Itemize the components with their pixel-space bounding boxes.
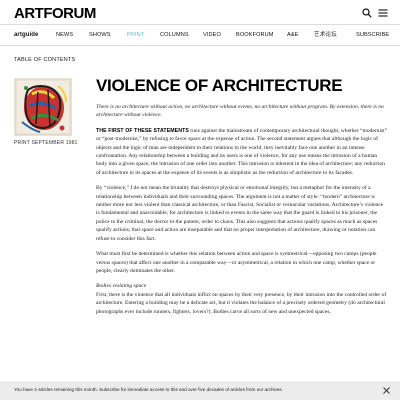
menu-icon[interactable] bbox=[378, 8, 388, 18]
nav-item-video[interactable]: VIDEO bbox=[203, 30, 221, 40]
nav-item-print[interactable]: PRINT bbox=[127, 30, 144, 40]
paywall-message[interactable]: You have 2 articles remaining this month… bbox=[14, 387, 283, 392]
article-subhead: Bodies violating space bbox=[96, 283, 147, 290]
paragraph-text: First, there is the violence that all in… bbox=[96, 291, 387, 315]
paragraph-run-in: THE FIRST OF THESE STATEMENTS bbox=[96, 127, 189, 134]
paywall-banner: You have 2 articles remaining this month… bbox=[0, 381, 400, 400]
nav-item-ae[interactable]: A&E bbox=[287, 30, 299, 40]
article-paragraph: By “violence,” I do not mean the brutali… bbox=[96, 185, 384, 242]
top-bar: ARTFORUM bbox=[0, 0, 400, 24]
nav-item-news[interactable]: NEWS bbox=[56, 30, 73, 40]
article-paragraph: What must first be determined is whether… bbox=[96, 251, 377, 274]
article-lead: There is no architecture without action,… bbox=[96, 104, 384, 119]
nav-item-chinese[interactable]: 艺术论坛 bbox=[314, 30, 337, 40]
nav-item-subscribe[interactable]: SUBSCRIBE bbox=[356, 30, 389, 40]
article-body: There is no architecture without action,… bbox=[96, 103, 388, 323]
issue-caption[interactable]: PRINT SEPTEMBER 1981 bbox=[14, 140, 78, 146]
issue-cover-image[interactable] bbox=[14, 78, 72, 136]
nav-item-shows[interactable]: SHOWS bbox=[89, 30, 111, 40]
nav-item-artguide[interactable]: artguide bbox=[14, 30, 38, 40]
close-icon[interactable] bbox=[383, 387, 390, 394]
article-paragraph: THE FIRST OF THESE STATEMENTS runs again… bbox=[96, 127, 388, 177]
article-title: VIOLENCE OF ARCHITECTURE bbox=[96, 76, 343, 95]
paragraph-text: runs against the mainstream of contempor… bbox=[96, 127, 388, 176]
nav-item-columns[interactable]: COLUMNS bbox=[160, 30, 189, 40]
site-logo[interactable]: ARTFORUM bbox=[14, 6, 96, 22]
cover-artwork bbox=[14, 78, 72, 136]
article-paragraph: Bodies violating space First, there is th… bbox=[96, 282, 388, 316]
nav-item-bookforum[interactable]: BOOKFORUM bbox=[236, 30, 274, 40]
top-icons bbox=[362, 8, 388, 18]
search-icon[interactable] bbox=[362, 8, 372, 18]
table-of-contents-link[interactable]: TABLE OF CONTENTS bbox=[14, 57, 75, 63]
main-nav: artguide NEWS SHOWS PRINT COLUMNS VIDEO … bbox=[0, 24, 400, 46]
